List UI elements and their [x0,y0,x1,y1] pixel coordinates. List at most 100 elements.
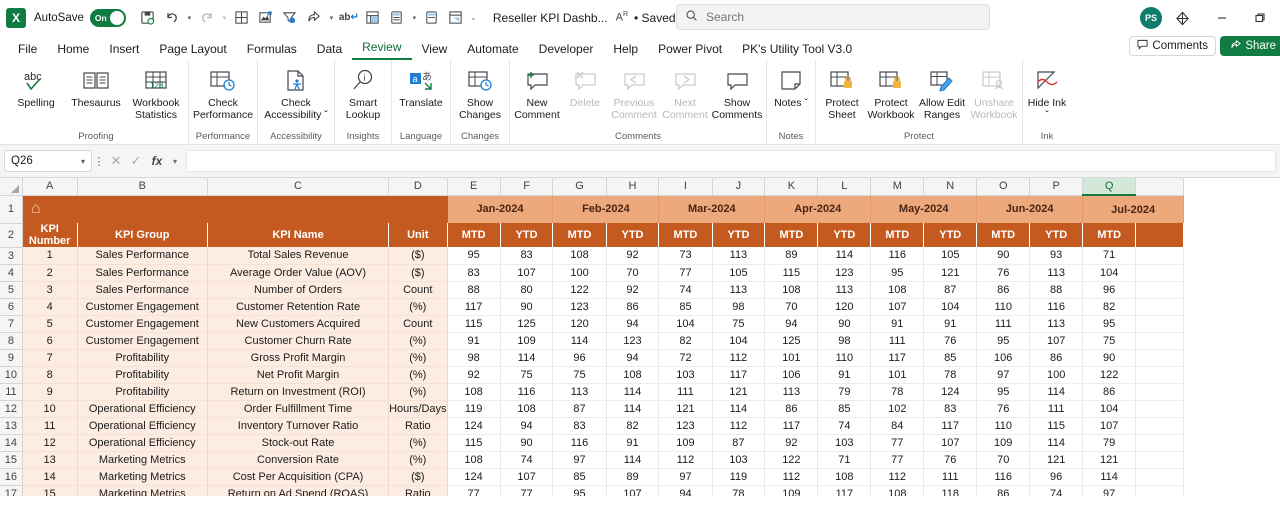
cell-value[interactable]: 113 [712,281,766,299]
cell-value[interactable]: 80 [500,281,554,299]
cell-value[interactable]: 78 [870,383,925,401]
header-jul-ytd[interactable] [1135,223,1185,247]
cell-value[interactable]: 95 [870,264,925,282]
cell-empty[interactable] [1135,451,1185,469]
row-header-5[interactable]: 5 [0,281,23,299]
tab-help[interactable]: Help [603,42,648,60]
check-accessibility-button[interactable]: Check Accessibility ˇ [260,63,332,121]
cell-value[interactable]: 109 [500,332,554,350]
cell-kpi-name[interactable]: Cost Per Acquisition (CPA) [207,468,390,486]
share-dropdown-icon[interactable]: ▾ [326,14,337,22]
cell-value[interactable]: 90 [817,315,872,333]
cell-kpi-group[interactable]: Sales Performance [77,281,208,299]
month-header-may[interactable]: May-2024 [870,195,978,223]
cell-value[interactable]: 120 [552,315,607,333]
cell-value[interactable]: 121 [712,383,766,401]
cell-kpi-number[interactable]: 5 [22,315,78,333]
cell-value[interactable]: 76 [976,264,1031,282]
cell-value[interactable]: 77 [870,451,925,469]
header-jan-ytd[interactable]: YTD [500,223,554,247]
cell-value[interactable]: 77 [870,434,925,452]
cell-value[interactable]: 86 [976,485,1031,496]
cell-kpi-name[interactable]: Stock-out Rate [207,434,390,452]
cell-kpi-number[interactable]: 14 [22,468,78,486]
cell-value[interactable]: 124 [923,383,978,401]
cell-value[interactable]: 72 [658,349,713,367]
cell-value[interactable]: 92 [447,366,501,384]
calculator-dropdown-icon[interactable]: ▾ [409,14,420,22]
cell-empty[interactable] [1135,366,1185,384]
cell-value[interactable]: 117 [447,298,501,316]
cell-kpi-name[interactable]: Customer Churn Rate [207,332,390,350]
cell-value[interactable]: 116 [1029,298,1084,316]
header-unit[interactable]: Unit [388,223,448,247]
header-jun-ytd[interactable]: YTD [1029,223,1084,247]
month-header-jul[interactable]: Jul-2024 [1082,195,1185,223]
cell-kpi-group[interactable]: Customer Engagement [77,332,208,350]
cell-kpi-group[interactable]: Sales Performance [77,264,208,282]
cell-value[interactable]: 91 [447,332,501,350]
cell-value[interactable]: 83 [500,247,554,265]
column-header-p[interactable]: P [1029,178,1084,196]
cell-value[interactable]: 70 [976,451,1031,469]
protect-workbook-button[interactable]: Protect Workbook [866,63,916,121]
cell-empty[interactable] [1135,298,1185,316]
column-header-g[interactable]: G [552,178,607,196]
pivot-table-icon[interactable] [361,6,385,30]
show-comments-button[interactable]: Show Comments [710,63,764,121]
cell-kpi-group[interactable]: Customer Engagement [77,315,208,333]
cell-value[interactable]: 112 [870,468,925,486]
calculator-icon[interactable] [385,6,409,30]
cell-value[interactable]: 71 [817,451,872,469]
cell-value[interactable]: 75 [500,366,554,384]
cell-value[interactable]: 107 [923,434,978,452]
cell-value[interactable]: 106 [976,349,1031,367]
table-icon[interactable] [230,6,254,30]
header-mar-ytd[interactable]: YTD [712,223,766,247]
cell-value[interactable]: 78 [712,485,766,496]
cell-value[interactable]: 96 [552,349,607,367]
spelling-icon[interactable]: ab ↵ [337,6,361,30]
cell-value[interactable]: 87 [552,400,607,418]
cell-value[interactable]: 121 [1029,451,1084,469]
cell-value[interactable]: 117 [764,417,819,435]
cell-value[interactable]: 98 [817,332,872,350]
cell-unit[interactable]: (%) [388,366,448,384]
filter-icon[interactable] [278,6,302,30]
cell-value[interactable]: 116 [870,247,925,265]
cell-value[interactable]: 88 [447,281,501,299]
row-header-12[interactable]: 12 [0,400,23,418]
tab-pk-utility-tool[interactable]: PK's Utility Tool V3.0 [732,42,862,60]
cell-kpi-name[interactable]: Average Order Value (AOV) [207,264,390,282]
cell-value[interactable]: 123 [817,264,872,282]
cell-unit[interactable]: (%) [388,434,448,452]
cell-kpi-name[interactable]: Return on Ad Spend (ROAS) [207,485,390,496]
cell-kpi-number[interactable]: 15 [22,485,78,496]
cell-value[interactable]: 106 [764,366,819,384]
cell-value[interactable]: 114 [712,400,766,418]
cell-value[interactable]: 85 [817,400,872,418]
cell-value[interactable]: 85 [923,349,978,367]
cell-unit[interactable]: ($) [388,264,448,282]
cell-value[interactable]: 115 [447,434,501,452]
cell-value[interactable]: 105 [923,247,978,265]
cell-value[interactable]: 87 [923,281,978,299]
spreadsheet-grid[interactable]: A B C D E F G H I J K L M N O P Q 1 ⌂ Ja… [0,178,1280,496]
cell-value[interactable]: 86 [606,298,660,316]
cell-kpi-number[interactable]: 11 [22,417,78,435]
restore-icon[interactable] [1250,8,1270,28]
allow-edit-ranges-button[interactable]: Allow Edit Ranges [916,63,968,121]
cell-value[interactable]: 114 [552,332,607,350]
row-header-16[interactable]: 16 [0,468,23,486]
cell-value[interactable]: 94 [606,315,660,333]
row-header-4[interactable]: 4 [0,264,23,282]
formula-input[interactable] [186,150,1276,172]
redo-dropdown-icon[interactable]: ▾ [219,14,230,22]
cell-value[interactable]: 82 [606,417,660,435]
cell-value[interactable]: 112 [712,349,766,367]
cell-unit[interactable]: (%) [388,383,448,401]
cell-value[interactable]: 113 [764,383,819,401]
month-header-jan[interactable]: Jan-2024 [447,195,554,223]
cell-value[interactable]: 93 [1029,247,1084,265]
column-header-e[interactable]: E [447,178,501,196]
